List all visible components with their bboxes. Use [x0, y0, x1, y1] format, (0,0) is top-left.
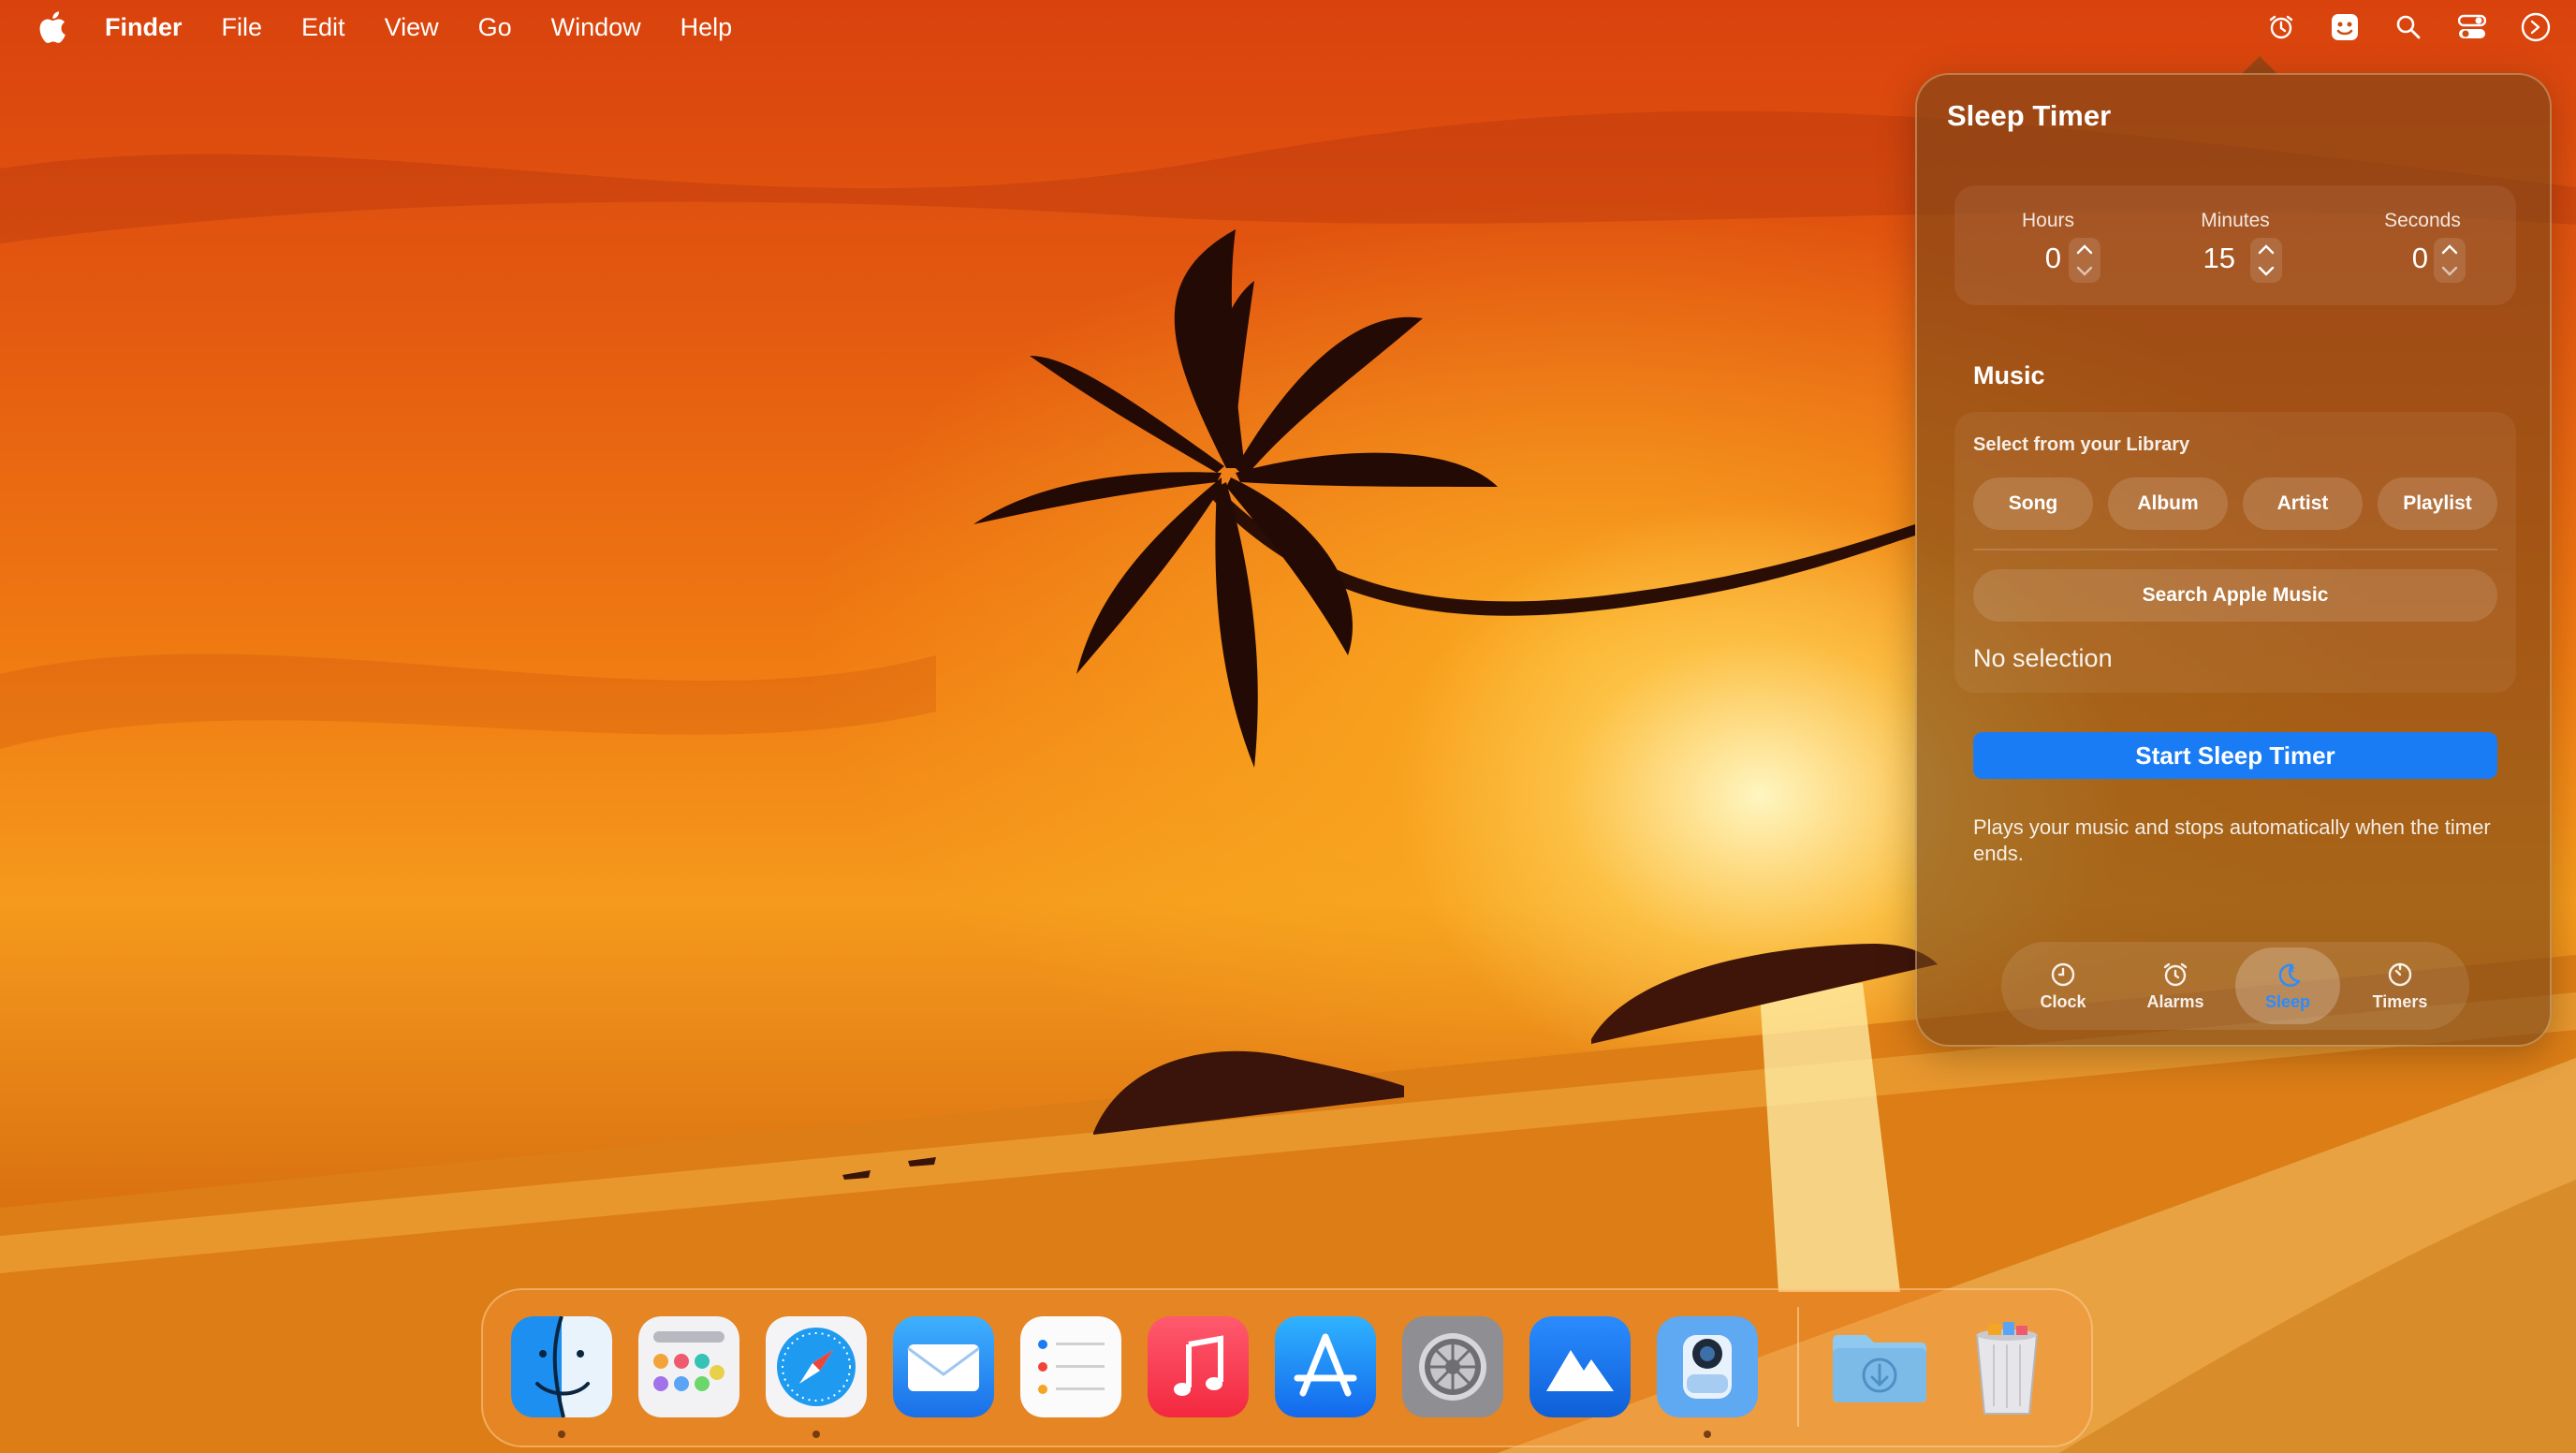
sleep-timer-description: Plays your music and stops automatically…	[1973, 815, 2491, 865]
album-button[interactable]: Album	[2108, 477, 2228, 530]
dock-safari-icon[interactable]	[766, 1316, 867, 1417]
dock-app-store-icon[interactable]	[1275, 1316, 1376, 1417]
dock	[481, 1288, 2093, 1447]
seconds-column: Seconds 0	[2338, 185, 2507, 305]
menu-window[interactable]: Window	[551, 13, 641, 42]
sleep-moon-icon: z	[2274, 961, 2302, 989]
dock-system-settings-icon[interactable]	[1402, 1316, 1503, 1417]
music-heading: Music	[1973, 361, 2045, 389]
hours-decrement-chevron-down-icon[interactable]	[2069, 260, 2100, 283]
dock-finder-icon[interactable]	[511, 1316, 612, 1417]
alarm-clock-icon[interactable]	[2263, 9, 2299, 45]
dock-music-icon[interactable]	[1148, 1316, 1249, 1417]
dock-preview-icon[interactable]	[1657, 1316, 1758, 1417]
alarm-icon	[2161, 961, 2189, 989]
menu-go[interactable]: Go	[478, 13, 512, 42]
hours-stepper[interactable]	[2069, 238, 2100, 283]
music-divider	[1973, 549, 2497, 550]
bottom-tab-bar: Clock Alarms z Sleep Timers	[2001, 942, 2469, 1030]
search-apple-music-button[interactable]: Search Apple Music	[1973, 569, 2497, 622]
tab-clock-label: Clock	[2040, 991, 2086, 1011]
seconds-stepper[interactable]	[2434, 238, 2466, 283]
seconds-increment-chevron-up-icon[interactable]	[2434, 238, 2466, 260]
music-card: Select from your Library Song Album Arti…	[1954, 412, 2516, 693]
dock-separator	[1797, 1307, 1799, 1427]
search-icon[interactable]	[2391, 9, 2426, 45]
tab-timers-label: Timers	[2372, 991, 2428, 1011]
dock-mountain-app-icon[interactable]	[1530, 1316, 1631, 1417]
tab-timers[interactable]: Timers	[2348, 947, 2452, 1024]
song-button[interactable]: Song	[1973, 477, 2093, 530]
start-sleep-timer-button[interactable]: Start Sleep Timer	[1973, 732, 2497, 779]
status-menu-area	[2263, 0, 2576, 54]
tab-sleep[interactable]: z Sleep	[2235, 947, 2340, 1024]
dock-downloads-folder-icon[interactable]	[1829, 1316, 1930, 1417]
timer-icon	[2386, 961, 2414, 989]
menu-help[interactable]: Help	[681, 13, 733, 42]
siri-icon[interactable]	[2518, 9, 2554, 45]
menu-edit[interactable]: Edit	[301, 13, 345, 42]
menu-file[interactable]: File	[222, 13, 263, 42]
dock-launchpad-icon[interactable]	[638, 1316, 739, 1417]
menu-app-name[interactable]: Finder	[105, 13, 183, 42]
menu-view[interactable]: View	[385, 13, 439, 42]
tab-clock[interactable]: Clock	[2011, 947, 2115, 1024]
dock-mail-icon[interactable]	[893, 1316, 994, 1417]
minutes-decrement-chevron-down-icon[interactable]	[2250, 260, 2282, 283]
minutes-label: Minutes	[2201, 210, 2270, 231]
playlist-button[interactable]: Playlist	[2378, 477, 2497, 530]
finder-running-indicator	[558, 1431, 565, 1438]
apple-menu-icon[interactable]	[37, 9, 67, 45]
hours-column: Hours 0	[1964, 185, 2132, 305]
artist-button[interactable]: Artist	[2243, 477, 2363, 530]
minutes-column: Minutes 15	[2151, 185, 2320, 305]
safari-running-indicator	[812, 1431, 820, 1438]
seconds-value[interactable]: 0	[2372, 242, 2428, 275]
tab-alarms[interactable]: Alarms	[2123, 947, 2228, 1024]
menu-bar: Finder File Edit View Go Window Help	[0, 0, 2576, 54]
svg-text:z: z	[2290, 965, 2294, 975]
minutes-stepper[interactable]	[2250, 238, 2282, 283]
tab-alarms-label: Alarms	[2146, 991, 2204, 1011]
control-center-icon[interactable]	[2454, 9, 2490, 45]
dock-trash-icon[interactable]	[1956, 1316, 2057, 1417]
hours-increment-chevron-up-icon[interactable]	[2069, 238, 2100, 260]
duration-picker: Hours 0 Minutes 15 Seconds 0	[1954, 185, 2516, 305]
hours-label: Hours	[2021, 210, 2075, 231]
popover-title: Sleep Timer	[1947, 99, 2112, 132]
seconds-decrement-chevron-down-icon[interactable]	[2434, 260, 2466, 283]
selection-status: No selection	[1973, 644, 2113, 672]
seconds-label: Seconds	[2384, 210, 2461, 231]
clock-icon	[2049, 961, 2077, 989]
sleep-timer-popover: Sleep Timer Hours 0 Minutes 15 Seconds 0	[1915, 73, 2552, 1047]
minutes-increment-chevron-up-icon[interactable]	[2250, 238, 2282, 260]
preview-running-indicator	[1704, 1431, 1711, 1438]
hours-value[interactable]: 0	[2005, 242, 2061, 275]
dock-reminders-icon[interactable]	[1020, 1316, 1121, 1417]
tab-sleep-label: Sleep	[2264, 991, 2311, 1011]
popover-arrow	[2241, 56, 2278, 75]
minutes-value[interactable]: 15	[2179, 242, 2235, 275]
library-label: Select from your Library	[1973, 434, 2190, 455]
app-status-icon[interactable]	[2327, 9, 2363, 45]
